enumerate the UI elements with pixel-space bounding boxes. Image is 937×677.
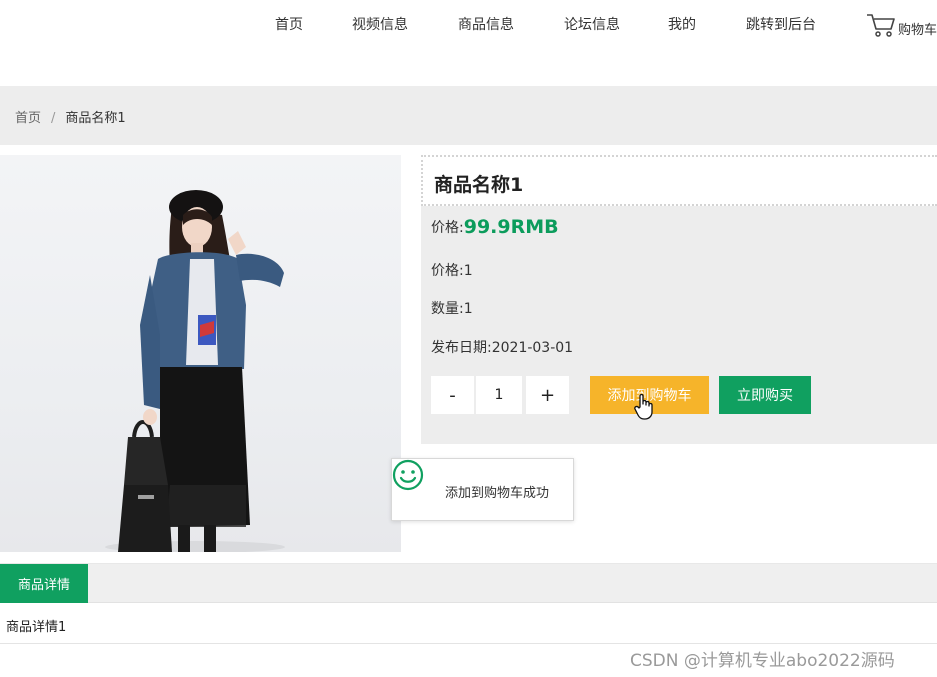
- quantity-row: 数量:1: [431, 298, 473, 318]
- price2-row: 价格:1: [431, 260, 473, 280]
- top-nav: 首页 视频信息 商品信息 论坛信息 我的 跳转到后台 购物车: [0, 0, 937, 46]
- breadcrumb: 首页 / 商品名称1: [15, 107, 126, 126]
- date-value: 2021-03-01: [491, 340, 574, 356]
- increment-button[interactable]: +: [526, 376, 569, 414]
- details-tab-bar: 商品详情: [0, 563, 937, 603]
- hand-cursor-icon: [634, 393, 656, 425]
- quantity-value: 1: [463, 301, 473, 317]
- watermark: CSDN @计算机专业abo2022源码: [630, 651, 895, 671]
- product-title: 商品名称1: [434, 174, 524, 196]
- product-image: [0, 155, 401, 552]
- tab-product-details[interactable]: 商品详情: [0, 564, 88, 603]
- price2-value: 1: [463, 263, 473, 279]
- date-label: 发布日期:: [431, 340, 492, 356]
- toast-message: 添加到购物车成功: [445, 486, 550, 501]
- cart-link[interactable]: 购物车: [866, 10, 937, 38]
- breadcrumb-separator: /: [51, 111, 56, 126]
- details-content: 商品详情1: [0, 604, 937, 644]
- buy-now-button[interactable]: 立即购买: [719, 376, 811, 414]
- date-row: 发布日期:2021-03-01: [431, 337, 573, 357]
- breadcrumb-current: 商品名称1: [65, 111, 126, 126]
- quantity-input[interactable]: [476, 376, 522, 414]
- price-row: 价格:99.9RMB: [431, 216, 559, 238]
- nav-item-videos[interactable]: 视频信息: [352, 14, 408, 34]
- quantity-label: 数量:: [431, 301, 464, 317]
- breadcrumb-bar: 首页 / 商品名称1: [0, 86, 937, 145]
- details-text: 商品详情1: [6, 620, 67, 635]
- nav-item-admin[interactable]: 跳转到后台: [746, 14, 816, 34]
- decrement-button[interactable]: -: [431, 376, 474, 414]
- breadcrumb-home[interactable]: 首页: [15, 111, 41, 126]
- success-toast: 添加到购物车成功: [391, 458, 574, 521]
- nav-item-forum[interactable]: 论坛信息: [564, 14, 620, 34]
- nav-item-home[interactable]: 首页: [275, 14, 303, 34]
- price-value: 99.9RMB: [463, 216, 559, 238]
- cart-icon: [866, 12, 896, 38]
- quantity-stepper: - +: [431, 376, 571, 414]
- nav-item-mine[interactable]: 我的: [668, 14, 696, 34]
- price-label: 价格:: [431, 220, 464, 236]
- nav-item-products[interactable]: 商品信息: [458, 14, 514, 34]
- price2-label: 价格:: [431, 263, 464, 279]
- cart-label: 购物车: [898, 23, 937, 38]
- product-title-box: 商品名称1: [421, 155, 937, 206]
